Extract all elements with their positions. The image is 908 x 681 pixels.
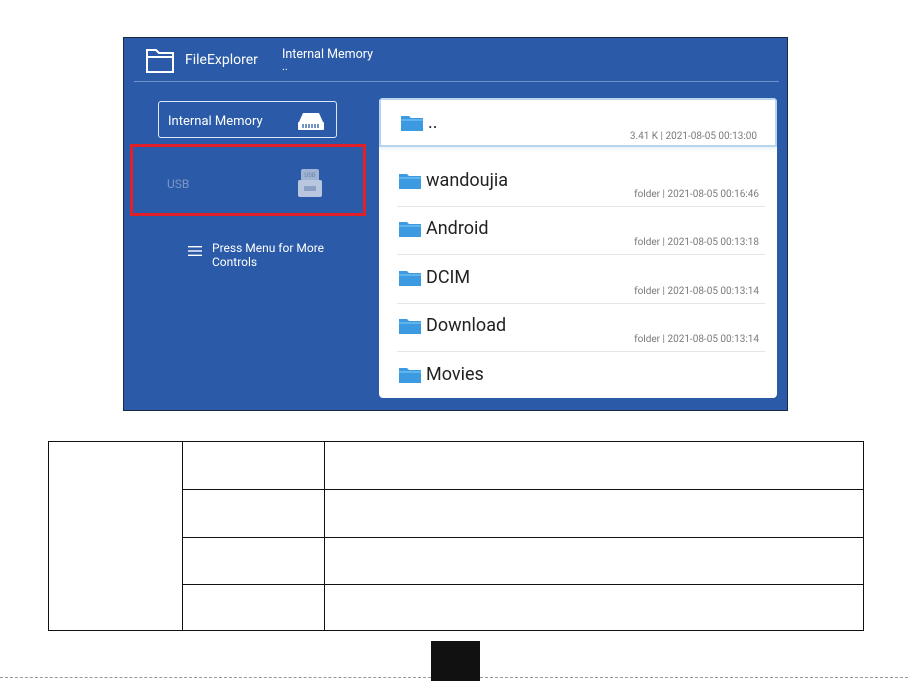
usb-source-item[interactable]: USB USB — [130, 144, 366, 216]
empty-table — [48, 441, 864, 631]
table-column-divider — [182, 442, 183, 630]
app-title: FileExplorer — [185, 52, 258, 68]
table-row-divider — [182, 537, 863, 538]
folder-outline-icon — [146, 49, 174, 73]
file-meta: folder | 2021-08-05 00:13:14 — [634, 286, 759, 297]
folder-icon — [399, 174, 421, 189]
file-name: Movies — [426, 364, 484, 385]
file-row[interactable]: Movies — [379, 352, 777, 398]
breadcrumb: Internal Memory .. — [282, 47, 373, 72]
svg-text:USB: USB — [304, 172, 315, 179]
usb-label: USB — [167, 177, 190, 191]
file-name: Android — [426, 218, 489, 239]
file-row[interactable]: Download folder | 2021-08-05 00:13:14 — [379, 303, 777, 352]
header-divider — [134, 81, 779, 82]
file-meta: folder | 2021-08-05 00:13:14 — [634, 334, 759, 345]
menu-hint-text: Press Menu for More Controls — [212, 241, 325, 269]
page-marker — [431, 641, 480, 681]
file-row[interactable]: Android folder | 2021-08-05 00:13:18 — [379, 206, 777, 255]
file-meta: folder | 2021-08-05 00:16:46 — [634, 189, 759, 200]
file-meta: folder | 2021-08-05 00:13:18 — [634, 237, 759, 248]
page-edge-line — [480, 677, 908, 678]
usb-drive-icon: USB — [298, 169, 322, 197]
file-name: .. — [428, 112, 438, 133]
folder-icon — [399, 222, 421, 237]
file-name: DCIM — [426, 267, 471, 288]
internal-memory-button[interactable]: Internal Memory — [158, 101, 337, 138]
folder-icon — [399, 368, 421, 383]
file-name: Download — [426, 315, 507, 336]
page-edge-line — [0, 677, 431, 678]
table-row-divider — [182, 584, 863, 585]
hard-drive-icon — [298, 113, 324, 130]
file-explorer-screen: FileExplorer Internal Memory .. Internal… — [123, 37, 788, 411]
breadcrumb-path: .. — [282, 60, 288, 73]
folder-icon — [399, 271, 421, 286]
table-column-divider — [324, 442, 325, 630]
file-list: .. 3.41 K | 2021-08-05 00:13:00 wandouji… — [379, 98, 777, 398]
folder-icon — [401, 116, 423, 131]
breadcrumb-title: Internal Memory — [282, 47, 373, 62]
top-bar: FileExplorer Internal Memory .. — [124, 38, 787, 82]
table-row-divider — [182, 489, 863, 490]
file-row-parent[interactable]: .. 3.41 K | 2021-08-05 00:13:00 — [379, 98, 777, 147]
file-row[interactable]: wandoujia folder | 2021-08-05 00:16:46 — [379, 158, 777, 207]
file-name: wandoujia — [426, 170, 509, 191]
internal-memory-label: Internal Memory — [168, 114, 263, 129]
folder-icon — [399, 319, 421, 334]
file-row[interactable]: DCIM folder | 2021-08-05 00:13:14 — [379, 255, 777, 304]
file-meta: 3.41 K | 2021-08-05 00:13:00 — [629, 131, 757, 142]
menu-icon — [188, 246, 202, 256]
